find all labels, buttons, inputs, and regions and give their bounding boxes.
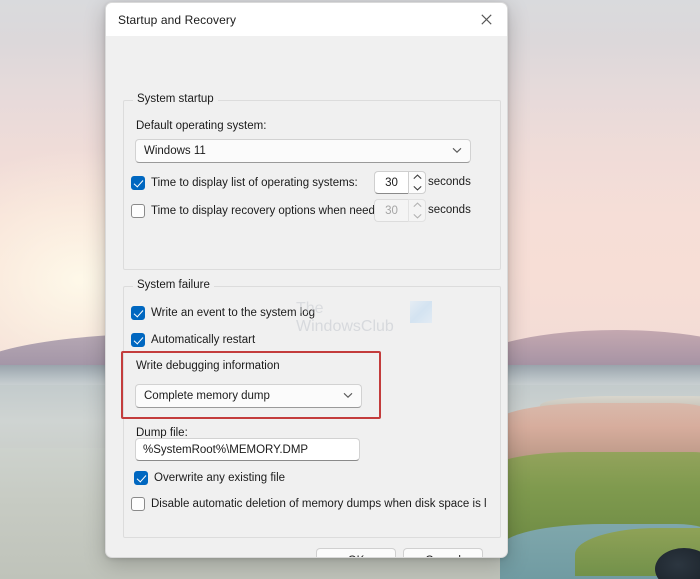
auto-restart-checkbox-row[interactable]: Automatically restart xyxy=(131,333,255,347)
write-event-checkbox[interactable] xyxy=(131,306,145,320)
auto-restart-checkbox[interactable] xyxy=(131,333,145,347)
write-event-label: Write an event to the system log xyxy=(151,307,316,319)
timeout-recovery-label: Time to display recovery options when ne… xyxy=(151,205,388,217)
auto-restart-label: Automatically restart xyxy=(151,334,256,346)
write-debugging-info-label: Write debugging information xyxy=(136,360,280,372)
disable-deletion-checkbox-row[interactable]: Disable automatic deletion of memory dum… xyxy=(131,497,487,511)
dump-file-value: %SystemRoot%\MEMORY.DMP xyxy=(143,443,309,456)
timeout-os-value[interactable]: 30 xyxy=(374,171,408,194)
default-os-dropdown[interactable]: Windows 11 xyxy=(135,139,471,163)
write-debugging-info-dropdown[interactable]: Complete memory dump xyxy=(135,384,362,408)
write-event-checkbox-row[interactable]: Write an event to the system log xyxy=(131,306,315,320)
timeout-recovery-checkbox-row[interactable]: Time to display recovery options when ne… xyxy=(131,204,388,218)
cancel-button-label: Cancel xyxy=(425,555,461,557)
close-icon[interactable] xyxy=(465,3,507,36)
chevron-down-icon xyxy=(452,147,462,156)
system-startup-legend: System startup xyxy=(133,93,218,105)
timeout-os-label: Time to display list of operating system… xyxy=(151,177,358,189)
overwrite-checkbox-row[interactable]: Overwrite any existing file xyxy=(134,471,285,485)
timeout-recovery-checkbox[interactable] xyxy=(131,204,145,218)
write-debugging-info-value: Complete memory dump xyxy=(144,390,270,402)
timeout-os-spin-buttons[interactable] xyxy=(408,171,426,194)
ok-button-label: OK xyxy=(348,555,365,557)
spin-up-icon xyxy=(409,200,425,211)
system-failure-legend: System failure xyxy=(133,279,214,291)
ok-button[interactable]: OK xyxy=(316,548,396,557)
timeout-recovery-stepper[interactable]: 30 xyxy=(374,199,426,222)
timeout-recovery-spin-buttons xyxy=(408,199,426,222)
timeout-os-unit: seconds xyxy=(428,176,471,188)
dump-file-input[interactable]: %SystemRoot%\MEMORY.DMP xyxy=(135,438,360,461)
dialog-title: Startup and Recovery xyxy=(118,12,237,27)
disable-deletion-checkbox[interactable] xyxy=(131,497,145,511)
startup-and-recovery-dialog: Startup and Recovery System startup Defa… xyxy=(105,2,508,558)
disable-deletion-clip: Disable automatic deletion of memory dum… xyxy=(131,494,496,516)
overwrite-checkbox[interactable] xyxy=(134,471,148,485)
timeout-os-stepper[interactable]: 30 xyxy=(374,171,426,194)
spin-up-icon[interactable] xyxy=(409,172,425,183)
default-os-label: Default operating system: xyxy=(136,120,267,132)
timeout-os-checkbox-row[interactable]: Time to display list of operating system… xyxy=(131,176,358,190)
chevron-down-icon xyxy=(343,392,353,401)
timeout-os-checkbox[interactable] xyxy=(131,176,145,190)
spin-down-icon xyxy=(409,211,425,222)
desktop-wallpaper: Startup and Recovery System startup Defa… xyxy=(0,0,700,579)
spin-down-icon[interactable] xyxy=(409,183,425,194)
timeout-recovery-unit: seconds xyxy=(428,204,471,216)
dialog-body: System startup Default operating system:… xyxy=(106,36,507,557)
dialog-titlebar: Startup and Recovery xyxy=(106,3,507,36)
overwrite-label: Overwrite any existing file xyxy=(154,472,286,484)
disable-deletion-label: Disable automatic deletion of memory dum… xyxy=(151,498,487,510)
timeout-recovery-value: 30 xyxy=(374,199,408,222)
cancel-button[interactable]: Cancel xyxy=(403,548,483,557)
default-os-value: Windows 11 xyxy=(144,145,206,157)
